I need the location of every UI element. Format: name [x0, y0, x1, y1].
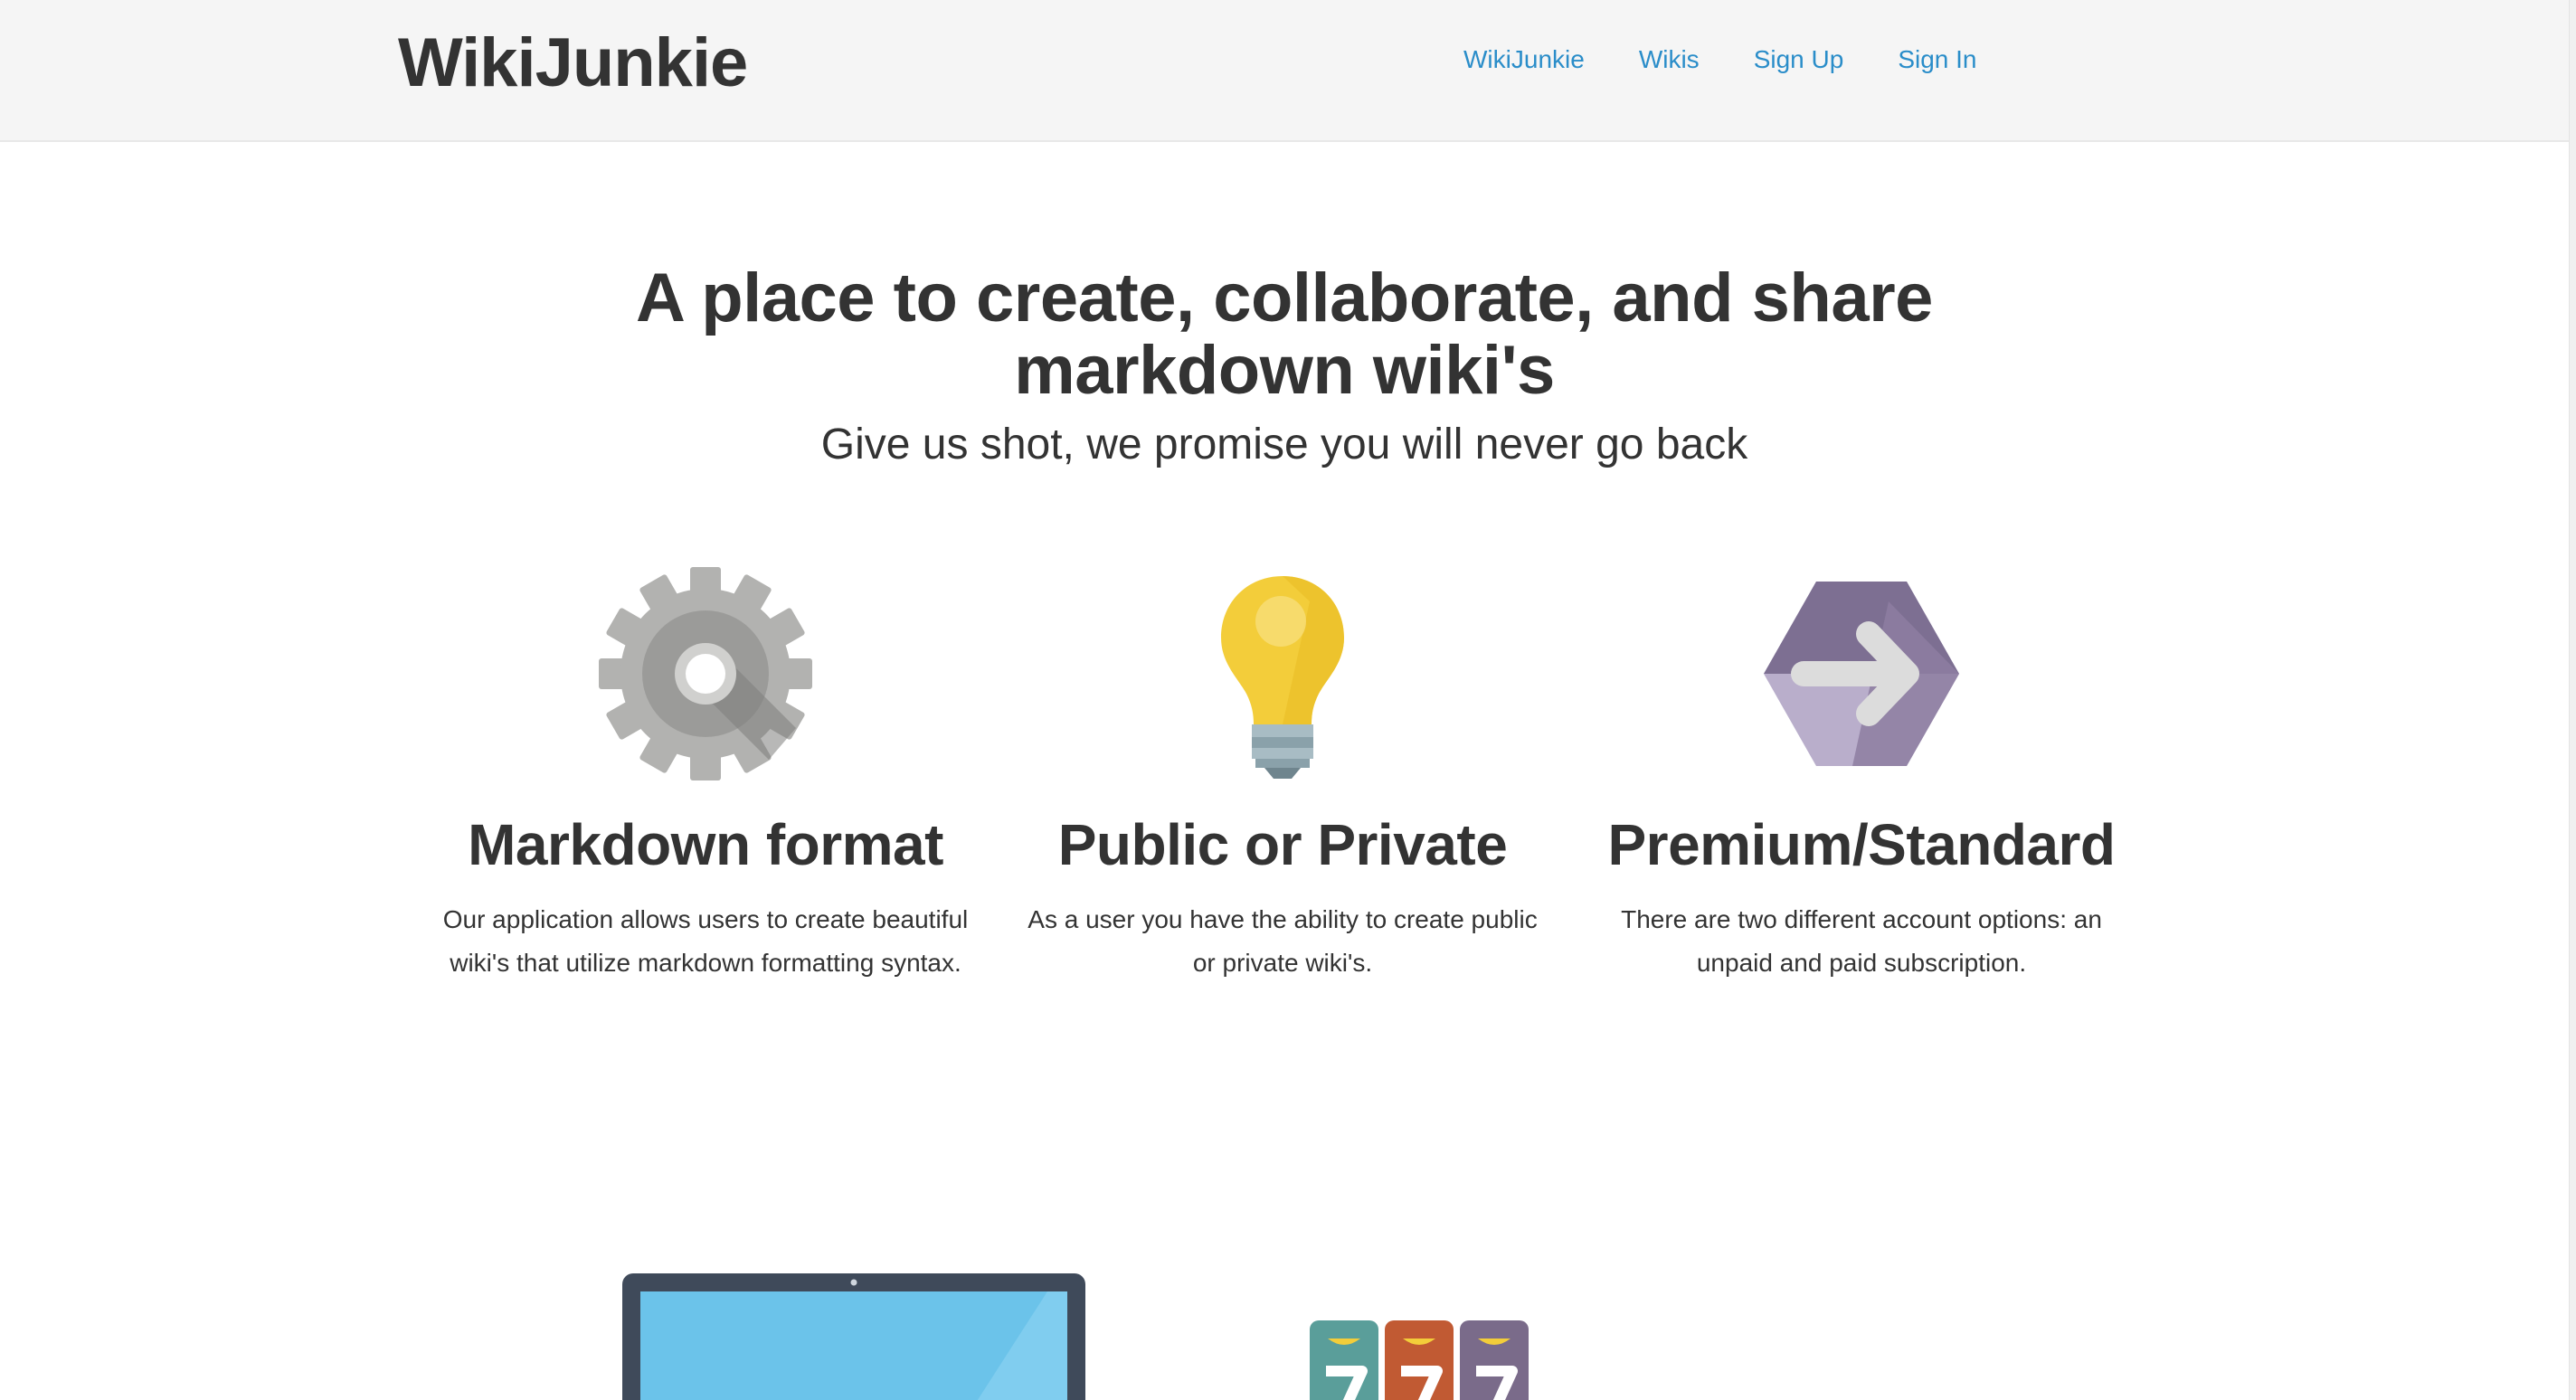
feature-title: Premium/Standard [1607, 812, 2116, 877]
navbar: WikiJunkie WikiJunkie Wikis Sign Up Sign… [0, 0, 2569, 142]
hexagon-arrow-icon [1764, 582, 1959, 766]
brand-logo[interactable]: WikiJunkie [398, 20, 748, 107]
feature-description: Our application allows users to create b… [425, 898, 986, 985]
feature-description-line2: or private wiki's. [1192, 949, 1373, 977]
feature-title: Markdown format [468, 812, 943, 877]
laptop-icon [622, 1273, 1085, 1400]
nav-link-sign-in[interactable]: Sign In [1898, 42, 1976, 78]
feature-description: As a user you have the ability to create… [1002, 898, 1563, 985]
main-nav: WikiJunkie Wikis Sign Up Sign In [1463, 42, 2031, 78]
feature-public-or-private: Public or Private As a user you have the… [1002, 565, 1563, 985]
feature-description-line2: unpaid and paid subscription. [1696, 949, 2027, 977]
slot-machine-icon [1310, 1320, 1529, 1400]
feature-premium-standard: Premium/Standard There are two different… [1581, 565, 2142, 985]
feature-description-line1: Our application allows users to create b… [442, 905, 969, 933]
feature-description: There are two different account options:… [1581, 898, 2142, 985]
feature-markdown-format: Markdown format Our application allows u… [425, 565, 986, 985]
nav-link-wikis[interactable]: Wikis [1639, 42, 1700, 78]
feature-description-line1: As a user you have the ability to create… [1028, 905, 1538, 933]
hero-subtitle: Give us shot, we promise you will never … [820, 421, 1748, 468]
gear-icon [599, 567, 812, 780]
nav-link-sign-up[interactable]: Sign Up [1754, 42, 1844, 78]
feature-description-line1: There are two different account options:… [1621, 905, 2102, 933]
hero-title-line2: markdown wiki's [1014, 332, 1555, 409]
feature-description-line2: wiki's that utilize markdown formatting … [450, 949, 961, 977]
lightbulb-icon [1221, 576, 1344, 779]
page-scrollbar[interactable] [2569, 0, 2576, 1400]
hero-title: A place to create, collaborate, and shar… [507, 262, 2062, 407]
feature-title: Public or Private [1057, 812, 1508, 877]
hero-title-line1: A place to create, collaborate, and shar… [636, 260, 1933, 336]
nav-link-wikijunkie[interactable]: WikiJunkie [1463, 42, 1585, 78]
page: WikiJunkie WikiJunkie Wikis Sign Up Sign… [0, 0, 2576, 1400]
